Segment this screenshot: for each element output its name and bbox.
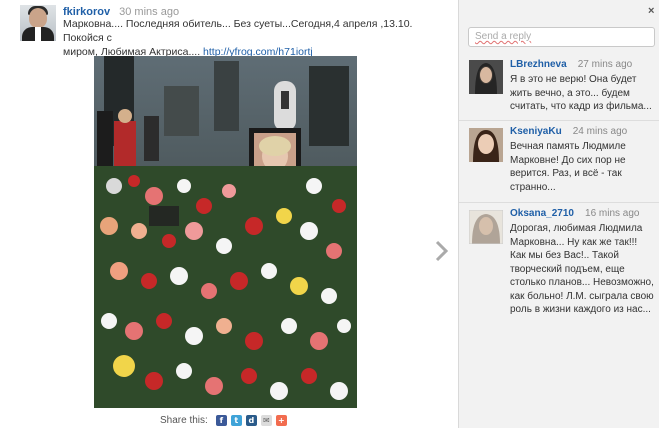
comment-line: Как мы без Вас!.. Такой [510, 250, 619, 261]
comment-line: столько планов... Невозможно, [510, 277, 654, 288]
comment-avatar-image [469, 60, 503, 94]
share-bar: Share this: f t d ✉ + [160, 413, 287, 427]
comment-body: KseniyaKu 24 mins ago Вечная память Людм… [510, 125, 656, 194]
post-text: Марковна.... Последняя обитель... Без су… [63, 17, 413, 59]
photo-image [94, 56, 357, 408]
reply-placeholder: Send a reply [475, 31, 532, 42]
comment-avatar[interactable] [469, 128, 503, 162]
avatar[interactable] [20, 5, 56, 41]
comment-line: Я в это не верю! Она будет [510, 74, 637, 85]
post-text-line-1: Марковна.... Последняя обитель... Без су… [63, 18, 413, 44]
comment-line: странно... [510, 181, 556, 193]
next-arrow-icon[interactable] [434, 240, 448, 262]
comment-avatar-image [469, 128, 503, 162]
facebook-icon[interactable]: f [215, 414, 227, 426]
post-photo[interactable] [94, 56, 357, 408]
comment-username[interactable]: LBrezhneva [510, 59, 567, 70]
comment-avatar-image [469, 210, 503, 244]
comment-body: Oksana_2710 16 mins ago Дорогая, любимая… [510, 207, 656, 317]
post-panel: fkirkorov 30 mins ago Марковна.... После… [0, 0, 458, 428]
avatar-face [29, 8, 47, 28]
comment-line: Марковне! До сих пор не [510, 154, 626, 166]
comment-text: Я в это не верю! Она будет жить вечно, а… [510, 73, 656, 114]
twitter-icon[interactable]: t [230, 414, 242, 426]
comment-time: 27 mins ago [577, 59, 633, 70]
comment-time: 16 mins ago [585, 208, 640, 219]
comment-avatar[interactable] [469, 60, 503, 94]
comment-line: Вечная память Людмиле [510, 141, 626, 152]
comment-line: как больно! Л.М. сыграла свою [510, 290, 654, 302]
comment-line: жить вечно, а это... будем [510, 87, 630, 99]
close-icon[interactable]: × [648, 5, 654, 17]
comment-username[interactable]: KseniyaKu [510, 126, 562, 137]
comment-line: творческий подъем, еще [510, 263, 625, 275]
comment-divider [459, 202, 659, 203]
avatar-shirt [35, 27, 41, 41]
comment-line: верится. Раз, и всё - так [510, 168, 622, 179]
comment-line: роль в жизни каждого из нас... [510, 304, 651, 315]
comment-time: 24 mins ago [572, 126, 628, 137]
comment-avatar[interactable] [469, 210, 503, 244]
digg-icon[interactable]: d [245, 414, 257, 426]
comment-line: Марковна... Ну как же так!!! [510, 236, 638, 248]
comment-body: LBrezhneva 27 mins ago Я в это не верю! … [510, 58, 656, 114]
comment-line: Дорогая, любимая Людмила [510, 223, 643, 234]
comment-line: считать, что кадр из фильма... [510, 101, 652, 112]
share-label: Share this: [160, 414, 208, 426]
comments-sidebar: × Send a reply LBrezhneva 27 mins ago Я … [458, 0, 659, 428]
addthis-icon[interactable]: + [275, 414, 287, 426]
comment-text: Вечная память Людмиле Марковне! До сих п… [510, 140, 656, 194]
comment-text: Дорогая, любимая Людмила Марковна... Ну … [510, 222, 656, 317]
comment-username[interactable]: Oksana_2710 [510, 208, 574, 219]
reply-input[interactable]: Send a reply [468, 27, 655, 47]
email-icon[interactable]: ✉ [260, 414, 272, 426]
comment-divider [459, 120, 659, 121]
